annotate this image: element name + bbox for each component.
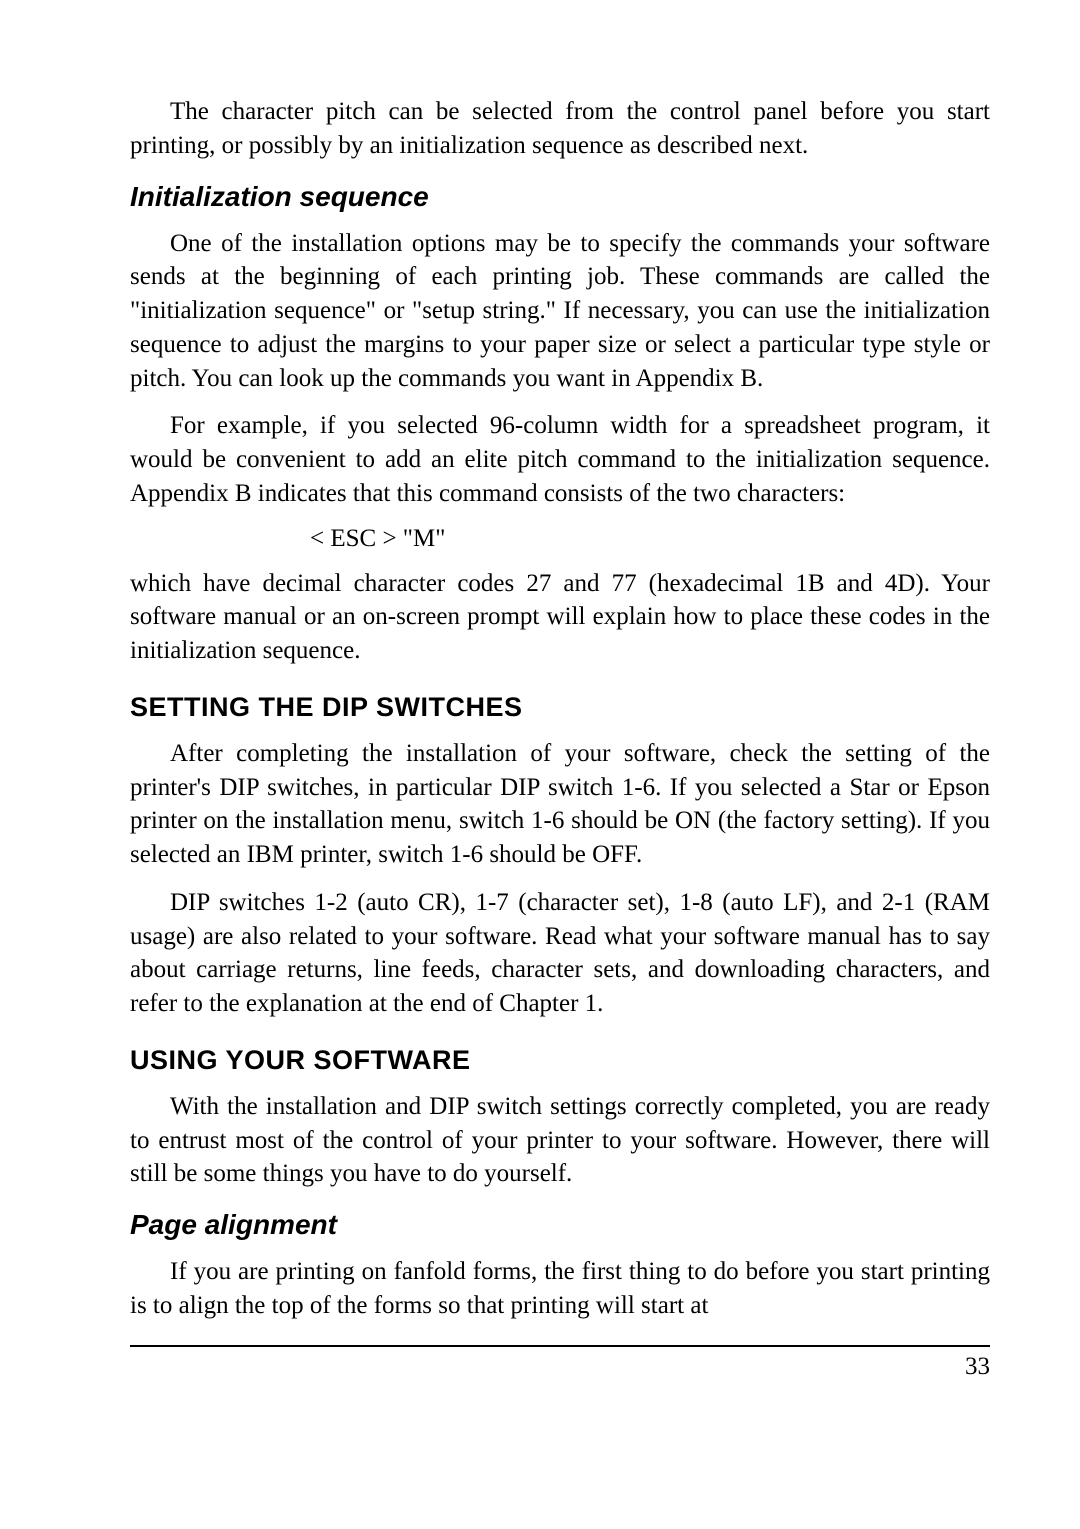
- paragraph-dip-1: After completing the installation of you…: [130, 737, 990, 872]
- code-esc-m: < ESC > "M": [310, 525, 990, 553]
- document-page: The character pitch can be selected from…: [0, 0, 1080, 1529]
- paragraph-init-1: One of the installation options may be t…: [130, 227, 990, 396]
- heading-initialization-sequence: Initialization sequence: [130, 181, 990, 213]
- page-number: 33: [130, 1353, 990, 1381]
- paragraph-align-1: If you are printing on fanfold forms, th…: [130, 1255, 990, 1323]
- footer-rule: [130, 1345, 990, 1347]
- heading-using-your-software: USING YOUR SOFTWARE: [130, 1045, 990, 1076]
- heading-setting-dip-switches: SETTING THE DIP SWITCHES: [130, 692, 990, 723]
- paragraph-init-2: For example, if you selected 96-column w…: [130, 409, 990, 510]
- heading-page-alignment: Page alignment: [130, 1209, 990, 1241]
- paragraph-intro: The character pitch can be selected from…: [130, 95, 990, 163]
- paragraph-init-3: which have decimal character codes 27 an…: [130, 567, 990, 668]
- paragraph-dip-2: DIP switches 1-2 (auto CR), 1-7 (charact…: [130, 886, 990, 1021]
- paragraph-using-1: With the installation and DIP switch set…: [130, 1090, 990, 1191]
